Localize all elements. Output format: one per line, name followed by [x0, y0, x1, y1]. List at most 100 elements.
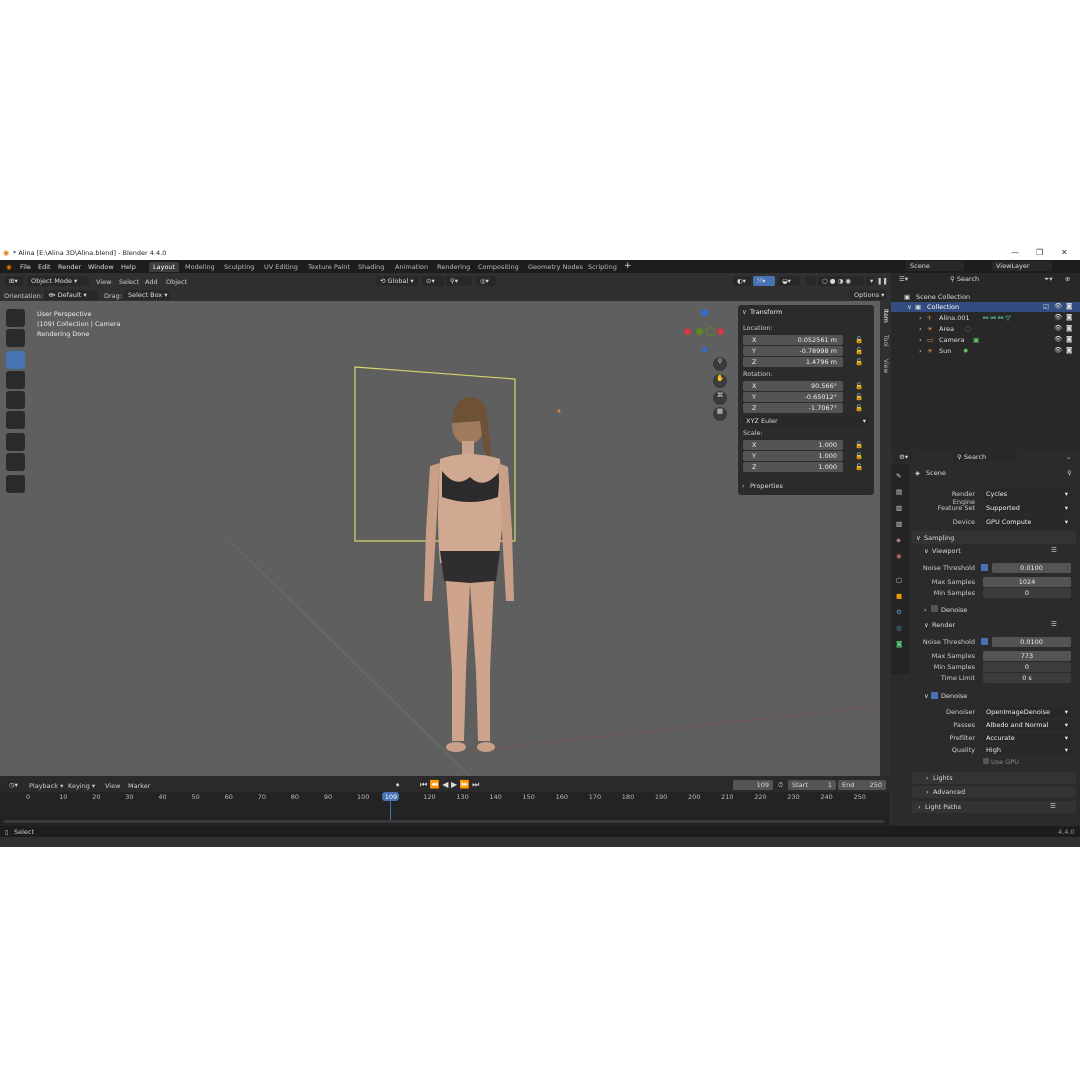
pause-render-icon[interactable]: ❚❚	[877, 277, 888, 285]
gizmo-neg-x-icon[interactable]	[684, 328, 691, 335]
properties-editor-type-icon[interactable]: ⚙▾	[895, 452, 913, 462]
light-paths-panel-header[interactable]: › Light Paths ☰	[912, 801, 1076, 813]
select-box-tool-icon[interactable]	[6, 309, 25, 327]
expand-chevron-icon[interactable]: ›	[919, 347, 922, 355]
collapse-chevron-icon[interactable]: ∨	[742, 308, 747, 316]
shading-mode-icons[interactable]: ○ ● ◑ ◉	[818, 276, 864, 286]
r-min-samples-field[interactable]: 0	[983, 662, 1071, 672]
properties-subpanel[interactable]: › Properties	[738, 479, 874, 492]
visibility-eye-icon[interactable]: 👁	[1054, 346, 1062, 354]
r-max-samples-field[interactable]: 773	[983, 651, 1071, 661]
lock-icon[interactable]: 🔓	[855, 463, 863, 471]
modifiers-tab-icon[interactable]: ⚙	[896, 608, 902, 616]
lock-icon[interactable]: 🔓	[855, 382, 863, 390]
camera-view-icon[interactable]: ⌘	[713, 391, 727, 405]
object-tab-icon[interactable]: ■	[896, 592, 902, 600]
expand-chevron-icon[interactable]: ›	[919, 314, 922, 322]
timeline-editor-type-icon[interactable]: ◷▾	[5, 780, 23, 790]
xray-icon[interactable]	[806, 276, 816, 286]
pan-hand-icon[interactable]: ✋	[713, 374, 727, 388]
denoiser-dropdown[interactable]: OpenImageDenoise ▾	[983, 707, 1071, 717]
render-camera-icon[interactable]: ◙	[1066, 302, 1072, 310]
outliner-row-alina[interactable]: › ☥ Alina.001 ⚯ ⚯ ⚯ ▽	[891, 313, 1080, 323]
scene-tab-icon[interactable]: ◈	[896, 536, 901, 544]
rotation-y-field[interactable]: Y -0.65012°	[743, 392, 843, 402]
r-noise-threshold-checkbox[interactable]	[981, 637, 988, 645]
cursor-tool-icon[interactable]	[6, 329, 25, 347]
vp-min-samples-field[interactable]: 0	[983, 588, 1071, 598]
exclude-checkbox-icon[interactable]: ☑	[1043, 303, 1049, 311]
start-frame-field[interactable]: Start 1	[788, 780, 836, 790]
render-camera-icon[interactable]: ◙	[1066, 335, 1072, 343]
scale-z-field[interactable]: Z 1.000	[743, 462, 843, 472]
options-dropdown[interactable]: Options ▾	[850, 290, 886, 300]
filter-icon[interactable]: ⏷▾	[1044, 275, 1052, 284]
gizmo-neg-y-icon[interactable]	[706, 327, 715, 336]
outliner-row-sun[interactable]: › ☀ Sun ✹	[891, 346, 1080, 356]
autokey-record-icon[interactable]: ⏺	[396, 781, 399, 790]
scale-tool-icon[interactable]	[6, 391, 25, 409]
orientation-dropdown[interactable]: ⟴ Default ▾	[44, 290, 98, 300]
proportional-edit-icon[interactable]: ◎▾	[476, 276, 496, 286]
lock-icon[interactable]: 🔓	[855, 347, 863, 355]
preview-range-icon[interactable]: ⏱	[778, 781, 783, 790]
lock-icon[interactable]: 🔓	[855, 393, 863, 401]
render-camera-icon[interactable]: ◙	[1066, 313, 1072, 321]
expand-chevron-icon[interactable]: ›	[919, 325, 922, 333]
gizmo-z-icon[interactable]	[701, 309, 708, 316]
presets-list-icon[interactable]: ☰	[1050, 802, 1056, 810]
rotation-z-field[interactable]: Z -1.7067°	[743, 403, 843, 413]
sidebar-tab-tool[interactable]: Tool	[879, 335, 889, 347]
collapse-chevron-icon[interactable]: ∨	[924, 621, 929, 629]
sidebar-tab-view[interactable]: View	[879, 359, 889, 373]
menu-window[interactable]: Window	[88, 263, 114, 271]
use-gpu-checkbox[interactable]	[983, 758, 989, 764]
measure-tool-icon[interactable]	[6, 453, 25, 471]
render-tab-icon[interactable]: ▤	[896, 488, 902, 496]
outliner-row-camera[interactable]: › ▭ Camera ▣	[891, 335, 1080, 345]
scale-y-field[interactable]: Y 1.000	[743, 451, 843, 461]
tab-rendering[interactable]: Rendering	[433, 262, 474, 272]
tab-texture-paint[interactable]: Texture Paint	[304, 262, 354, 272]
r-time-limit-field[interactable]: 0 s	[983, 673, 1071, 683]
location-y-field[interactable]: Y -0.78998 m	[743, 346, 843, 356]
physics-tab-icon[interactable]: ◎	[896, 624, 902, 632]
feature-set-dropdown[interactable]: Supported ▾	[983, 503, 1071, 513]
menu-view[interactable]: View	[96, 278, 111, 286]
world-tab-icon[interactable]: ◉	[896, 552, 902, 560]
tab-animation[interactable]: Animation	[391, 262, 432, 272]
rotation-mode-dropdown[interactable]: XYZ Euler ▾	[743, 416, 869, 426]
location-z-field[interactable]: Z 1.4796 m	[743, 357, 843, 367]
tab-shading[interactable]: Shading	[354, 262, 388, 272]
pivot-icon[interactable]: ⊙▾	[422, 276, 444, 286]
render-engine-dropdown[interactable]: Cycles ▾	[983, 489, 1071, 499]
visibility-eye-icon[interactable]: 👁	[1054, 335, 1062, 343]
tab-compositing[interactable]: Compositing	[474, 262, 523, 272]
scene-selector[interactable]: Scene	[906, 261, 964, 271]
menu-help[interactable]: Help	[121, 263, 136, 271]
menu-playback[interactable]: Playback ▾	[29, 782, 63, 790]
vp-noise-threshold-field[interactable]: 0.0100	[992, 563, 1071, 573]
new-collection-icon[interactable]: ⊕	[1065, 275, 1070, 283]
zoom-icon[interactable]: ⚲	[713, 357, 727, 371]
outliner-scene-collection[interactable]: Scene Collection	[916, 293, 970, 301]
advanced-panel-header[interactable]: › Advanced	[912, 786, 1076, 798]
editor-type-icon[interactable]: ⊞▾	[5, 276, 23, 286]
visibility-eye-icon[interactable]: 👁	[1054, 313, 1062, 321]
3d-viewport[interactable]: User Perspective (109) Collection | Came…	[0, 301, 889, 776]
expand-chevron-icon[interactable]: ›	[924, 606, 927, 614]
options-chevron-icon[interactable]: ⌄	[1066, 453, 1071, 461]
prefilter-dropdown[interactable]: Accurate ▾	[983, 733, 1071, 743]
timeline-scrollbar[interactable]	[4, 820, 884, 823]
denoise-checkbox[interactable]	[931, 691, 938, 699]
move-tool-icon[interactable]	[6, 351, 25, 369]
lights-panel-header[interactable]: › Lights	[912, 772, 1076, 784]
r-noise-threshold-field[interactable]: 0.0100	[992, 637, 1071, 647]
outliner-editor-type-icon[interactable]: ☰▾	[895, 274, 913, 284]
device-dropdown[interactable]: GPU Compute ▾	[983, 517, 1071, 527]
tool-tab-icon[interactable]: ✎	[896, 472, 901, 480]
maximize-icon[interactable]: ❐	[1036, 248, 1043, 257]
overlay-toggle-icon[interactable]: ◒▾	[778, 276, 800, 286]
collection-tab-icon[interactable]: ▢	[896, 576, 902, 584]
menu-keying[interactable]: Keying ▾	[68, 782, 95, 790]
